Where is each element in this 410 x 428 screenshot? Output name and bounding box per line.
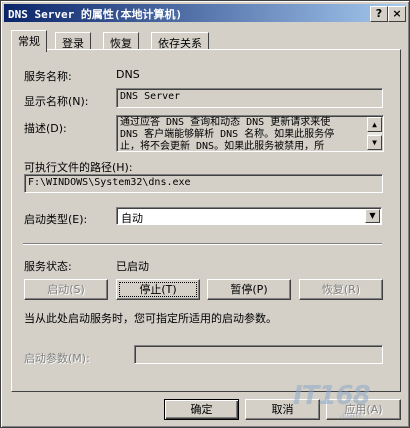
pause-button[interactable]: 暂停(P) bbox=[207, 279, 291, 300]
general-panel: 服务名称: DNS 显示名称(N): DNS Server 描述(D): 通过应… bbox=[11, 49, 401, 392]
title-bar: DNS Server 的属性(本地计算机) ? × bbox=[4, 4, 406, 22]
description-line: 止，将不会更新 DNS。如果此服务被禁用，所 bbox=[120, 141, 325, 152]
start-button[interactable]: 启动(S) bbox=[24, 279, 108, 300]
start-params-field[interactable] bbox=[134, 345, 383, 364]
separator bbox=[23, 243, 382, 245]
exe-path-label: 可执行文件的路径(H): bbox=[24, 161, 133, 174]
resume-button[interactable]: 恢复(R) bbox=[299, 279, 383, 300]
startup-type-label: 启动类型(E): bbox=[24, 213, 88, 226]
description-scrollbar[interactable]: ▲ ▼ bbox=[367, 117, 382, 150]
display-name-field[interactable]: DNS Server bbox=[116, 88, 383, 108]
description-box[interactable]: 通过应答 DNS 查询和动态 DNS 更新请求来使 DNS 客户端能够解析 DN… bbox=[116, 115, 384, 152]
properties-dialog: DNS Server 的属性(本地计算机) ? × 常规 登录 恢复 依存关系 … bbox=[0, 0, 410, 428]
description-label: 描述(D): bbox=[24, 122, 67, 135]
window-title: DNS Server 的属性(本地计算机) bbox=[8, 8, 183, 21]
description-line: 通过应答 DNS 查询和动态 DNS 更新请求来使 bbox=[120, 117, 331, 128]
help-button[interactable]: ? bbox=[370, 6, 388, 22]
display-name-label: 显示名称(N): bbox=[24, 95, 89, 108]
service-status-value: 已启动 bbox=[116, 260, 149, 273]
start-params-label: 启动参数(M): bbox=[24, 352, 90, 365]
description-line: DNS 客户端能够解析 DNS 名称。如果此服务停 bbox=[120, 129, 335, 140]
close-button[interactable]: × bbox=[388, 6, 406, 22]
startup-type-value: 自动 bbox=[121, 212, 143, 225]
tab-general[interactable]: 常规 bbox=[11, 30, 47, 52]
startup-type-select[interactable]: 自动 ▼ bbox=[116, 207, 382, 225]
chevron-down-icon[interactable]: ▼ bbox=[365, 209, 380, 223]
scroll-down-icon[interactable]: ▼ bbox=[367, 135, 382, 150]
service-status-label: 服务状态: bbox=[24, 260, 72, 273]
ok-button[interactable]: 确定 bbox=[164, 399, 239, 420]
watermark-sub: .com bbox=[339, 411, 362, 421]
service-name-value: DNS bbox=[116, 68, 140, 81]
watermark-logo: IT168 bbox=[293, 381, 371, 411]
stop-button[interactable]: 停止(T) bbox=[116, 279, 200, 300]
service-name-label: 服务名称: bbox=[24, 70, 72, 83]
exe-path-field: F:\WINDOWS\System32\dns.exe bbox=[24, 174, 383, 193]
hint-text: 当从此处启动服务时，您可指定所适用的启动参数。 bbox=[24, 312, 277, 325]
scroll-up-icon[interactable]: ▲ bbox=[367, 117, 382, 132]
